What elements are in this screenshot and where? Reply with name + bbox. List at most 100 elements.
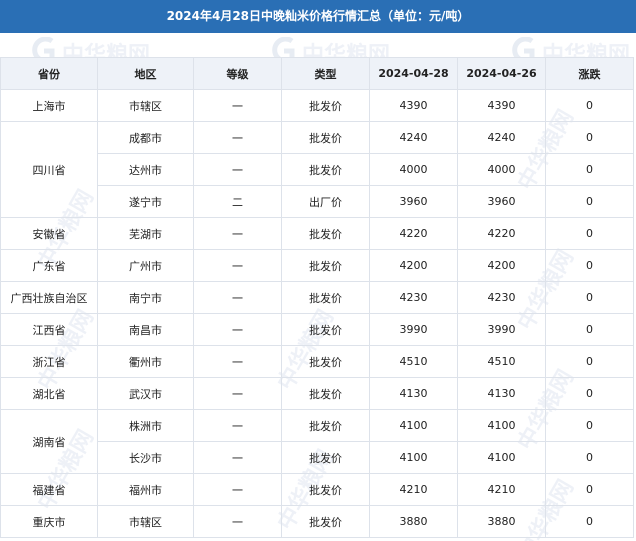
cell-province: 浙江省 [0, 345, 98, 378]
header-grade: 等级 [193, 57, 282, 90]
cell-price-0428: 4240 [369, 121, 458, 154]
cell-region: 长沙市 [97, 441, 194, 474]
cell-type: 批发价 [281, 441, 370, 474]
cell-region: 市辖区 [97, 505, 194, 538]
cell-region: 南昌市 [97, 313, 194, 346]
cell-grade: 一 [193, 345, 282, 378]
table-row: 上海市 市辖区 一 批发价 4390 4390 0 [0, 89, 634, 122]
cell-price-0428: 4390 [369, 89, 458, 122]
cell-type: 批发价 [281, 505, 370, 538]
cell-price-0426: 4210 [457, 473, 546, 506]
cell-region: 广州市 [97, 249, 194, 282]
cell-change: 0 [545, 89, 634, 122]
cell-region: 成都市 [97, 121, 194, 154]
cell-price-0428: 3960 [369, 185, 458, 218]
cell-grade: 一 [193, 313, 282, 346]
cell-price-0428: 3880 [369, 505, 458, 538]
cell-type: 批发价 [281, 377, 370, 410]
cell-type: 批发价 [281, 345, 370, 378]
cell-price-0426: 4100 [457, 441, 546, 474]
cell-change: 0 [545, 281, 634, 314]
cell-price-0428: 4510 [369, 345, 458, 378]
cell-province: 安徽省 [0, 217, 98, 250]
header-date-0426: 2024-04-26 [457, 57, 546, 90]
cell-province: 湖南省 [0, 409, 98, 474]
header-province: 省份 [0, 57, 98, 90]
cell-type: 批发价 [281, 217, 370, 250]
cell-grade: 一 [193, 505, 282, 538]
header-change: 涨跌 [545, 57, 634, 90]
cell-grade: 一 [193, 121, 282, 154]
cell-price-0426: 4240 [457, 121, 546, 154]
cell-province: 四川省 [0, 121, 98, 218]
cell-grade: 二 [193, 185, 282, 218]
cell-change: 0 [545, 409, 634, 442]
cell-region: 株洲市 [97, 409, 194, 442]
cell-type: 批发价 [281, 409, 370, 442]
cell-province: 江西省 [0, 313, 98, 346]
cell-change: 0 [545, 153, 634, 186]
cell-grade: 一 [193, 217, 282, 250]
cell-change: 0 [545, 345, 634, 378]
cell-price-0426: 4000 [457, 153, 546, 186]
table-row: 安徽省 芜湖市 一 批发价 4220 4220 0 [0, 217, 634, 250]
cell-province: 广东省 [0, 249, 98, 282]
cell-price-0426: 4390 [457, 89, 546, 122]
cell-change: 0 [545, 249, 634, 282]
header-type: 类型 [281, 57, 370, 90]
cell-grade: 一 [193, 473, 282, 506]
cell-type: 批发价 [281, 153, 370, 186]
cell-price-0426: 3960 [457, 185, 546, 218]
cell-type: 出厂价 [281, 185, 370, 218]
cell-change: 0 [545, 473, 634, 506]
cell-price-0428: 4200 [369, 249, 458, 282]
table-row: 江西省 南昌市 一 批发价 3990 3990 0 [0, 313, 634, 346]
cell-grade: 一 [193, 409, 282, 442]
cell-price-0426: 4510 [457, 345, 546, 378]
cell-grade: 一 [193, 377, 282, 410]
header-region: 地区 [97, 57, 194, 90]
cell-region: 衢州市 [97, 345, 194, 378]
cell-type: 批发价 [281, 281, 370, 314]
cell-region: 达州市 [97, 153, 194, 186]
price-table: 省份 地区 等级 类型 2024-04-28 2024-04-26 涨跌 上海市… [0, 57, 634, 538]
cell-price-0426: 4220 [457, 217, 546, 250]
cell-price-0426: 4100 [457, 409, 546, 442]
cell-price-0426: 4200 [457, 249, 546, 282]
table-row: 广东省 广州市 一 批发价 4200 4200 0 [0, 249, 634, 282]
cell-price-0428: 3990 [369, 313, 458, 346]
cell-province: 福建省 [0, 473, 98, 506]
table-row: 重庆市 市辖区 一 批发价 3880 3880 0 [0, 505, 634, 538]
cell-grade: 一 [193, 441, 282, 474]
cell-region: 市辖区 [97, 89, 194, 122]
table-row: 浙江省 衢州市 一 批发价 4510 4510 0 [0, 345, 634, 378]
table-row: 四川省 成都市 一 批发价 4240 4240 0 [0, 121, 634, 218]
cell-province: 湖北省 [0, 377, 98, 410]
cell-change: 0 [545, 505, 634, 538]
cell-province: 广西壮族自治区 [0, 281, 98, 314]
cell-price-0426: 3990 [457, 313, 546, 346]
cell-price-0426: 4130 [457, 377, 546, 410]
table-row: 湖南省 株洲市 一 批发价 4100 4100 0 [0, 409, 634, 474]
cell-price-0426: 3880 [457, 505, 546, 538]
cell-type: 批发价 [281, 313, 370, 346]
cell-province: 重庆市 [0, 505, 98, 538]
cell-change: 0 [545, 121, 634, 154]
cell-province: 上海市 [0, 89, 98, 122]
table-row: 福建省 福州市 一 批发价 4210 4210 0 [0, 473, 634, 506]
cell-price-0428: 4000 [369, 153, 458, 186]
cell-region: 福州市 [97, 473, 194, 506]
cell-change: 0 [545, 377, 634, 410]
page-title: 2024年4月28日中晚籼米价格行情汇总（单位：元/吨） [0, 0, 636, 33]
cell-price-0428: 4130 [369, 377, 458, 410]
cell-grade: 一 [193, 281, 282, 314]
cell-change: 0 [545, 217, 634, 250]
cell-region: 遂宁市 [97, 185, 194, 218]
table-header-row: 省份 地区 等级 类型 2024-04-28 2024-04-26 涨跌 [0, 57, 634, 90]
cell-grade: 一 [193, 89, 282, 122]
cell-price-0428: 4230 [369, 281, 458, 314]
cell-region: 南宁市 [97, 281, 194, 314]
cell-region: 芜湖市 [97, 217, 194, 250]
header-date-0428: 2024-04-28 [369, 57, 458, 90]
cell-type: 批发价 [281, 473, 370, 506]
